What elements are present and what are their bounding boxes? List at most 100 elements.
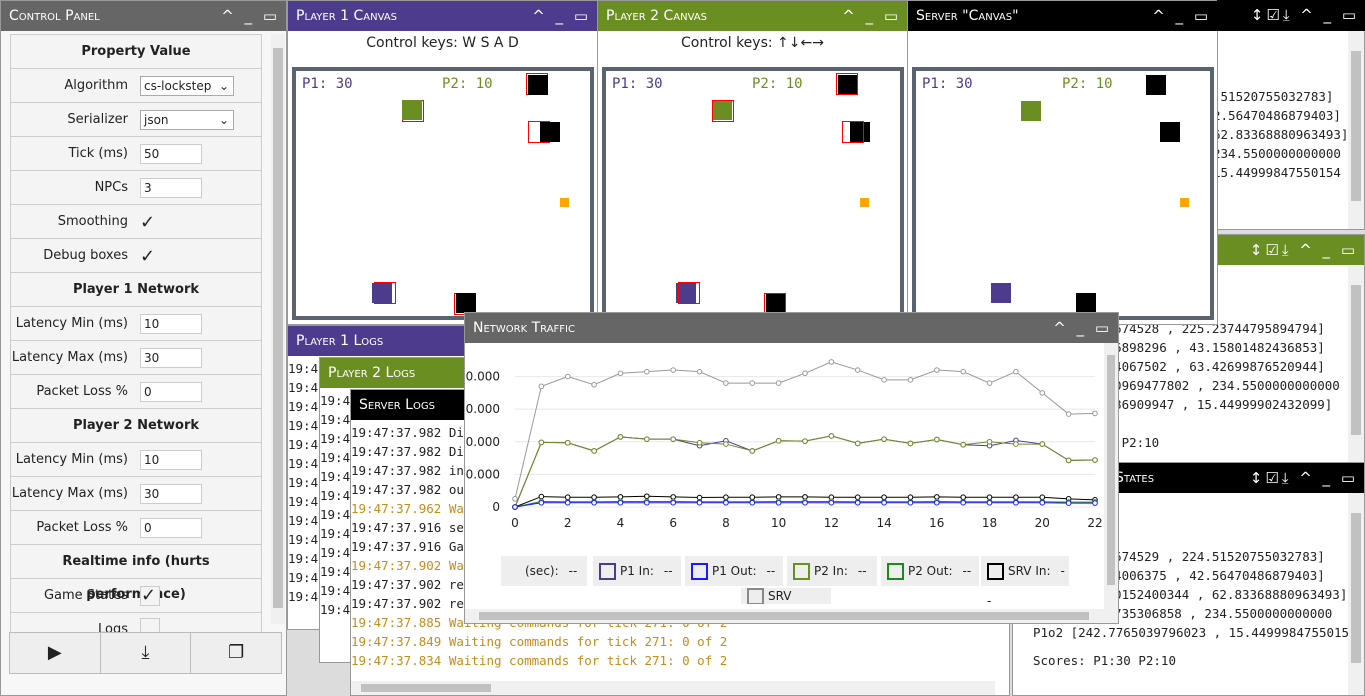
server-canvas-controls[interactable]: ^ _ ▭	[1152, 1, 1211, 31]
y-tick-label: 0	[492, 500, 500, 514]
player1-logs-titlebar[interactable]: Player 1 Logs	[288, 326, 486, 356]
data-point	[670, 494, 676, 500]
download-button[interactable]: ⤓	[101, 633, 192, 673]
legend-item: (sec): --	[501, 556, 587, 586]
property-row: Latency Max (ms) 30	[10, 477, 262, 511]
property-row: Latency Min (ms) 10	[10, 443, 262, 477]
data-point	[1065, 411, 1072, 417]
right-panel-1-header-controls[interactable]: ↕☑⤓ ^ _ ▭	[1251, 0, 1359, 30]
player1-canvas-titlebar[interactable]: Player 1 Canvas ^ _ ▭	[288, 1, 597, 31]
data-point	[644, 499, 650, 506]
npc-small-square	[560, 198, 569, 207]
right-panel-1-content: .51520755032783] 2.56470486879403] 62.83…	[1213, 87, 1348, 182]
log-line: .51520755032783]	[1213, 89, 1334, 104]
network-traffic-vscroll[interactable]	[1104, 343, 1118, 623]
data-point	[1065, 457, 1072, 464]
right-panel-2-controls[interactable]: ↕☑⤓ ^ _ ▭	[1250, 235, 1358, 265]
data-point	[564, 439, 571, 446]
player1-canvas-controls[interactable]: ^ _ ▭	[532, 1, 591, 31]
property-label: Serializer	[67, 112, 128, 127]
data-point	[986, 380, 993, 386]
x-tick-label: 16	[929, 516, 944, 530]
property-value: 30	[136, 483, 260, 504]
log-line: 2.56470486879403]	[1213, 108, 1341, 123]
log-line: 19:47:37.834 Waiting commands for tick 2…	[351, 653, 728, 668]
data-point	[775, 438, 782, 444]
data-point	[881, 494, 887, 501]
property-input[interactable]: 3	[140, 177, 202, 198]
player1-network-header: Player 1 Network	[10, 273, 262, 307]
property-select[interactable]: json ⌄	[140, 109, 234, 130]
legend-item: P2 In: --	[787, 556, 877, 586]
player2-game-canvas[interactable]: P1: 30 P2: 10	[602, 67, 904, 320]
data-point	[881, 377, 887, 383]
property-row: Packet Loss % 0	[10, 511, 262, 545]
scores-text: Scores: P1:30 P2:10	[1033, 653, 1176, 668]
data-point	[907, 494, 914, 501]
data-point	[854, 494, 861, 501]
data-point	[696, 499, 703, 506]
player2-network-header: Player 2 Network	[10, 409, 262, 443]
server-logs-title: Server Logs	[359, 397, 435, 413]
player2-canvas-controls[interactable]: ^ _ ▭	[842, 1, 901, 31]
right-panel-1-scrollbar[interactable]	[1348, 31, 1364, 229]
property-input[interactable]: 0	[140, 517, 202, 538]
data-point	[1013, 494, 1019, 501]
control-panel-titlebar[interactable]: Control Panel ^ _ ▭	[1, 1, 286, 31]
network-traffic-hscroll[interactable]	[465, 609, 1105, 623]
property-value: cs-lockstep ⌄	[136, 75, 260, 96]
play-button[interactable]: ▶	[10, 633, 101, 673]
game-states-controls[interactable]: ↕☑⤓ ^ _ ▭	[1250, 463, 1358, 493]
network-traffic-controls[interactable]: ^ _ ▭	[1053, 313, 1112, 343]
property-input[interactable]: 50	[140, 143, 202, 164]
network-traffic-titlebar[interactable]: Network Traffic ^ _ ▭	[465, 313, 1118, 343]
property-input[interactable]: 0	[140, 381, 202, 402]
property-checkbox[interactable]: ✓	[140, 246, 158, 267]
property-label: Packet Loss %	[36, 384, 128, 399]
x-tick-label: 12	[824, 516, 839, 530]
data-point	[512, 496, 518, 502]
data-point	[986, 499, 993, 506]
data-point	[934, 436, 940, 443]
y-tick-label: 10.000	[465, 467, 500, 481]
player1-game-canvas[interactable]: P1: 30 P2: 10	[292, 67, 594, 320]
npc-debug-box	[836, 73, 858, 95]
data-point	[854, 440, 861, 447]
data-point	[644, 493, 650, 500]
property-value: 10	[136, 449, 260, 470]
property-select[interactable]: cs-lockstep ⌄	[140, 75, 234, 96]
data-point	[617, 370, 624, 377]
player2-canvas-titlebar[interactable]: Player 2 Canvas ^ _ ▭	[598, 1, 907, 31]
property-input[interactable]: 10	[140, 313, 202, 334]
p2-score: P2: 10	[752, 76, 803, 92]
data-point	[538, 499, 545, 506]
property-table-header: Property Value	[10, 34, 262, 69]
control-panel-controls[interactable]: ^ _ ▭	[221, 1, 280, 31]
property-input[interactable]: 30	[140, 483, 202, 504]
data-point	[881, 499, 887, 506]
property-table: Property Value Algorithm cs-lockstep ⌄ Seri…	[10, 34, 262, 647]
data-point	[986, 494, 993, 501]
property-label: Algorithm	[64, 78, 128, 93]
game-states-title: States	[1115, 470, 1155, 486]
property-label: Latency Max (ms)	[11, 486, 128, 501]
network-traffic-chart: 0 10.000 20.000 30.000 40.000 0 2 4 6 8 10 12 14 16 18…	[465, 359, 1103, 530]
property-checkbox[interactable]: ✓	[140, 212, 158, 233]
windows-button[interactable]: ❐	[191, 633, 281, 673]
data-point	[802, 438, 808, 444]
data-point	[854, 499, 861, 506]
property-input[interactable]: 10	[140, 449, 202, 470]
game-states-scrollbar[interactable]	[1348, 493, 1364, 695]
p1-score: P1: 30	[612, 76, 663, 92]
x-tick-label: 8	[722, 516, 730, 530]
x-tick-label: 2	[564, 516, 572, 530]
log-line: 234.5500000000000	[1213, 146, 1341, 161]
server-logs-hscroll[interactable]	[351, 681, 995, 695]
server-canvas-titlebar[interactable]: Server "Canvas" ^ _ ▭	[908, 1, 1217, 31]
property-checkbox[interactable]: ✓	[140, 585, 160, 606]
control-panel-scrollbar[interactable]	[271, 34, 285, 624]
npc-small-square	[1180, 198, 1189, 207]
right-panel-2-scrollbar[interactable]	[1348, 265, 1364, 463]
log-line: 556898296 , 43.15801482436853]	[1099, 340, 1325, 355]
property-input[interactable]: 30	[140, 347, 202, 368]
